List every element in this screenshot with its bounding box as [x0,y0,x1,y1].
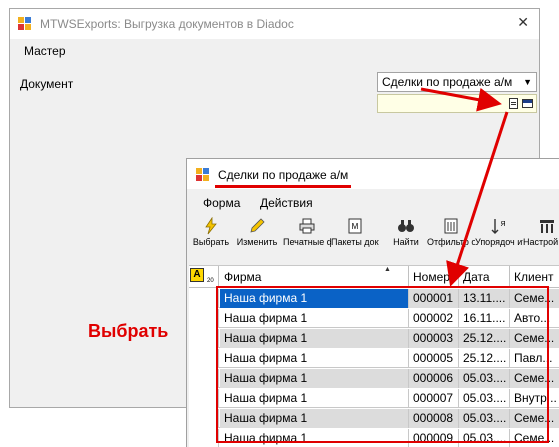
find-button[interactable]: Найти [382,215,430,263]
binoculars-icon [397,217,415,235]
table-row[interactable]: Наша фирма 1 000006 05.03.... Семе... [189,369,559,388]
document-combo-value: Сделки по продаже а/м [382,75,513,89]
title-underline [215,185,351,188]
sort-button[interactable]: Я Упорядоч ить [475,215,523,263]
version-label: 20 [207,278,214,284]
document-combo[interactable]: Сделки по продаже а/м ▼ [377,72,537,92]
close-icon[interactable]: ✕ [517,14,529,31]
app-icon [196,168,209,181]
toolbar: Выбрать Изменить Печатные формы M Пакеты… [187,215,559,263]
menu-forma[interactable]: Форма [203,196,240,210]
column-header-firma[interactable]: Фирма [220,266,409,288]
column-settings-button[interactable]: Настрой столбц [523,215,559,263]
app-icon [18,17,31,30]
printer-icon [298,217,316,235]
menu-master[interactable]: Мастер [24,44,66,58]
sort-icon: Я [490,217,508,235]
main-titlebar: MTWSExports: Выгрузка документов в Diado… [10,9,539,39]
grid-corner: A 20 [189,266,219,288]
documents-grid: A 20 Фирма ▲ Номер Дата Клиент Наша фирм… [189,265,559,447]
selection-menubar: Форма Действия [187,192,559,212]
pencil-icon [248,217,266,235]
select-button[interactable]: Выбрать [187,215,235,263]
grid-header: A 20 Фирма ▲ Номер Дата Клиент [189,266,559,288]
table-row[interactable]: Наша фирма 1 000001 13.11.... Семе... [189,289,559,308]
selection-titlebar: Сделки по продаже а/м [187,159,559,189]
package-icon: M [346,217,364,235]
window-title: MTWSExports: Выгрузка документов в Diado… [40,17,294,31]
filter-button[interactable]: Отфильтр овать [427,215,475,263]
window-open-icon[interactable] [522,99,533,108]
document-select-icon[interactable] [509,98,518,109]
annotation-label: Выбрать [88,321,169,341]
table-row[interactable]: Наша фирма 1 000007 05.03.... Внутр... [189,389,559,408]
svg-text:M: M [352,222,359,231]
table-row[interactable]: Наша фирма 1 000009 05.03.... Семе... [189,429,559,447]
column-header-data[interactable]: Дата [459,266,510,288]
column-header-klient[interactable]: Клиент [510,266,559,288]
selection-window: Сделки по продаже а/м Форма Действия Выб… [186,158,559,447]
sort-caret-icon: ▲ [384,266,391,273]
table-row[interactable]: Наша фирма 1 000002 16.11.... Авто... [189,309,559,328]
main-menubar: Мастер [10,39,539,63]
columns-icon [538,217,556,235]
svg-text:Я: Я [500,221,505,228]
column-header-nomer[interactable]: Номер [409,266,459,288]
document-select-field[interactable] [377,94,537,113]
print-forms-button[interactable]: Печатные формы [283,215,331,263]
menu-deystviya[interactable]: Действия [260,196,313,210]
lightning-icon [202,216,220,235]
edit-button[interactable]: Изменить [233,215,281,263]
document-packages-button[interactable]: M Пакеты докумен… [331,215,379,263]
filter-icon [442,217,460,235]
table-row[interactable]: Наша фирма 1 000003 25.12.... Семе... [189,329,559,348]
table-row[interactable]: Наша фирма 1 000005 25.12.... Павл... [189,349,559,368]
table-row[interactable]: Наша фирма 1 000008 05.03.... Семе... [189,409,559,428]
document-label: Документ [20,77,74,91]
chevron-down-icon[interactable]: ▼ [523,77,532,87]
autofilter-badge[interactable]: A [190,268,204,282]
selection-window-title: Сделки по продаже а/м [218,168,349,182]
